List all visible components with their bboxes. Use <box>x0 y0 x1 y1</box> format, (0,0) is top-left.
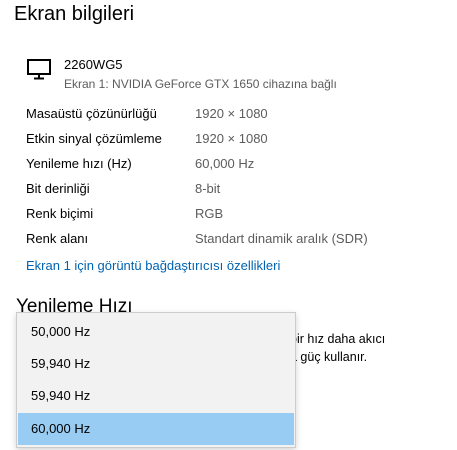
property-value: Standart dinamik aralık (SDR) <box>195 231 368 246</box>
property-row: Renk alanı Standart dinamik aralık (SDR) <box>26 231 446 251</box>
adapter-properties-link[interactable]: Ekran 1 için görüntü bağdaştırıcısı özel… <box>26 258 280 273</box>
monitor-name: 2260WG5 <box>64 57 123 72</box>
property-label: Masaüstü çözünürlüğü <box>26 106 157 121</box>
property-value: 8-bit <box>195 181 221 196</box>
property-label: Renk biçimi <box>26 206 94 221</box>
property-row: Renk biçimi RGB <box>26 206 446 226</box>
property-label: Renk alanı <box>26 231 89 246</box>
section-title: Ekran bilgileri <box>14 3 135 25</box>
monitor-subtitle: Ekran 1: NVIDIA GeForce GTX 1650 cihazın… <box>64 77 337 91</box>
property-row: Bit derinliği 8-bit <box>26 181 446 201</box>
refresh-rate-dropdown-list: 50,000 Hz 59,940 Hz 59,940 Hz 60,000 Hz <box>16 312 296 448</box>
refresh-rate-option-selected[interactable]: 60,000 Hz <box>18 413 294 445</box>
property-value: 60,000 Hz <box>195 156 255 171</box>
property-label: Etkin sinyal çözümleme <box>26 131 162 146</box>
refresh-rate-description: a güç kullanır. <box>290 350 368 364</box>
property-row: Yenileme hızı (Hz) 60,000 Hz <box>26 156 446 176</box>
property-value: 1920 × 1080 <box>195 106 268 121</box>
refresh-rate-option[interactable]: 59,940 Hz <box>18 380 294 412</box>
refresh-rate-description: bir hız daha akıcı <box>290 332 386 346</box>
property-row: Etkin sinyal çözümleme 1920 × 1080 <box>26 131 446 151</box>
property-value: RGB <box>195 206 224 221</box>
property-label: Bit derinliği <box>26 181 90 196</box>
property-row: Masaüstü çözünürlüğü 1920 × 1080 <box>26 106 446 126</box>
refresh-rate-option[interactable]: 50,000 Hz <box>18 316 294 348</box>
monitor-icon <box>26 57 52 81</box>
refresh-rate-option[interactable]: 59,940 Hz <box>18 348 294 380</box>
property-value: 1920 × 1080 <box>195 131 268 146</box>
property-label: Yenileme hızı (Hz) <box>26 156 132 171</box>
